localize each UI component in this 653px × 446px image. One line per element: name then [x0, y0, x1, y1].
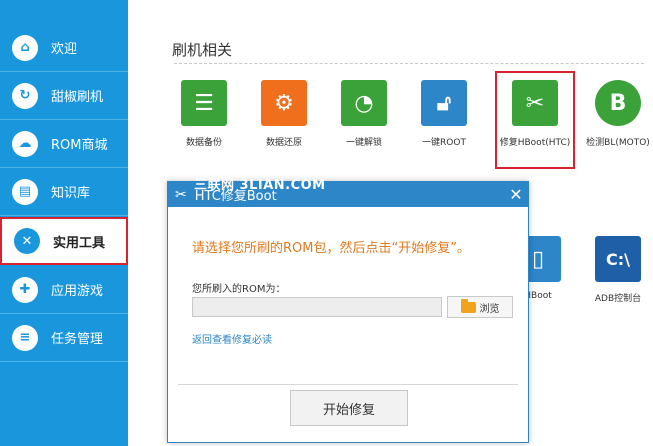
unlock-circle-icon: ◔: [341, 80, 387, 126]
tool-check-bl[interactable]: B 检测BL(MOTO): [578, 80, 653, 148]
sidebar-item-tasks[interactable]: ≡ 任务管理: [0, 314, 128, 362]
gear-icon: ⚙: [261, 80, 307, 126]
dialog-prompt: 请选择您所刷的ROM包，然后点击“开始修复”。: [192, 241, 470, 256]
sidebar-item-flash[interactable]: ↻ 甜椒刷机: [0, 72, 128, 120]
document-icon: ☰: [181, 80, 227, 126]
dialog-divider: [178, 384, 518, 385]
book-icon: ▤: [12, 178, 38, 205]
list-icon: ≡: [12, 324, 38, 351]
sidebar-item-label: 任务管理: [51, 332, 104, 347]
tool-one-click-unlock[interactable]: ◔ 一键解锁: [324, 80, 404, 148]
sidebar-item-tools[interactable]: ✕ 实用工具: [0, 217, 128, 265]
tool-adb-console[interactable]: C:\ ADB控制台: [578, 236, 653, 304]
cloud-download-icon: ☁: [12, 130, 38, 157]
sidebar-item-label: 欢迎: [51, 42, 78, 57]
sidebar-item-label: 甜椒刷机: [51, 90, 104, 105]
sidebar-item-rom-store[interactable]: ☁ ROM商城: [0, 120, 128, 168]
tool-one-click-root[interactable]: 🔓︎ 一键ROOT: [404, 80, 484, 148]
sidebar-item-label: ROM商城: [51, 138, 108, 153]
sidebar: ⌂ 欢迎 ↻ 甜椒刷机 ☁ ROM商城 ▤ 知识库 ✕ 实用工具 ✚ 应用游戏 …: [0, 0, 128, 446]
moto-icon: B: [595, 80, 641, 126]
console-icon: C:\: [595, 236, 641, 282]
rom-label: 您所刷入的ROM为：: [192, 284, 286, 295]
tools-icon: ✕: [14, 228, 40, 254]
tools-icon: ✂: [175, 186, 187, 203]
section-divider: [174, 63, 644, 64]
htc-repair-dialog: ✂ HTC修复Boot ✕ 三联网 3LIAN.COM 请选择您所刷的ROM包，…: [167, 178, 529, 443]
padlock-icon: 🔓︎: [421, 80, 467, 126]
sidebar-item-label: 实用工具: [53, 235, 106, 251]
sidebar-item-label: 知识库: [51, 186, 91, 201]
browse-button[interactable]: 浏览: [447, 296, 513, 318]
folder-icon: [460, 298, 476, 313]
start-repair-button[interactable]: 开始修复: [290, 390, 408, 426]
sidebar-item-knowledge[interactable]: ▤ 知识库: [0, 168, 128, 216]
refresh-icon: ↻: [12, 82, 38, 109]
home-icon: ⌂: [12, 34, 38, 61]
tool-data-backup[interactable]: ☰ 数据备份: [164, 80, 244, 148]
rom-path-input[interactable]: [192, 297, 442, 317]
tool-repair-hboot[interactable]: ✂ 修复HBoot(HTC): [495, 71, 575, 169]
browse-label: 浏览: [479, 303, 500, 315]
tools-icon: ✂: [512, 80, 558, 126]
close-icon[interactable]: ✕: [504, 185, 528, 204]
sidebar-item-welcome[interactable]: ⌂ 欢迎: [0, 24, 128, 72]
back-link[interactable]: 返回查看修复必读: [192, 331, 272, 346]
gamepad-icon: ✚: [12, 276, 38, 303]
tool-data-restore[interactable]: ⚙ 数据还原: [244, 80, 324, 148]
sidebar-item-label: 应用游戏: [51, 284, 104, 299]
section-title: 刷机相关: [172, 41, 233, 59]
sidebar-item-apps[interactable]: ✚ 应用游戏: [0, 266, 128, 314]
watermark: 三联网 3LIAN.COM: [194, 178, 326, 193]
